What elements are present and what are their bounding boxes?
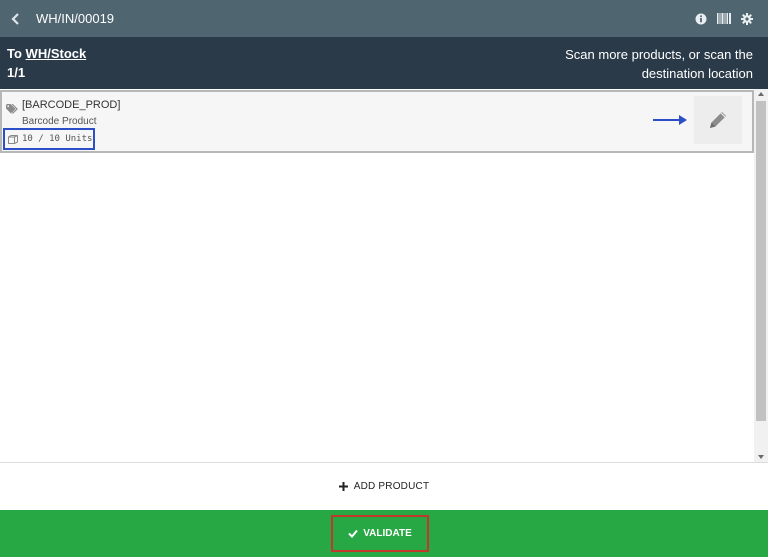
settings-button[interactable]: [740, 12, 754, 26]
scroll-down-icon[interactable]: [757, 454, 765, 460]
validate-button[interactable]: VALIDATE: [331, 515, 429, 552]
info-icon: [695, 13, 707, 24]
validate-label: VALIDATE: [363, 528, 412, 539]
page-counter: 1/1: [7, 65, 26, 80]
scrollbar[interactable]: [754, 89, 768, 462]
info-button[interactable]: [694, 12, 708, 26]
edit-line-button[interactable]: [694, 96, 742, 144]
move-line-list: [BARCODE_PROD] Barcode Product 10 / 10 U…: [0, 89, 754, 462]
add-product-button[interactable]: ADD PRODUCT: [0, 462, 768, 510]
product-code: [BARCODE_PROD]: [22, 99, 121, 111]
destination-line: To WH/Stock: [7, 46, 86, 61]
validate-bar: VALIDATE: [0, 510, 768, 557]
scrollbar-thumb[interactable]: [756, 101, 766, 421]
arrow-right-icon: [653, 115, 687, 125]
add-product-label: ADD PRODUCT: [353, 481, 430, 492]
tags-icon: [6, 101, 18, 119]
plus-icon: [338, 482, 348, 491]
top-bar: WH/IN/00019: [0, 0, 768, 37]
move-line-row[interactable]: [BARCODE_PROD] Barcode Product 10 / 10 U…: [0, 90, 754, 153]
scroll-up-icon[interactable]: [757, 91, 765, 97]
top-actions: [694, 0, 754, 37]
pencil-icon: [710, 112, 726, 128]
quantity-box: 10 / 10 Units: [3, 128, 95, 150]
product-name: Barcode Product: [22, 116, 97, 127]
back-icon: [11, 12, 19, 25]
to-prefix: To: [7, 46, 22, 61]
quantity-text: 10 / 10 Units: [22, 134, 93, 144]
barcode-button[interactable]: [717, 12, 731, 26]
page-title: WH/IN/00019: [36, 11, 115, 26]
scan-hint: Scan more products, or scan the destinat…: [565, 47, 753, 81]
back-button[interactable]: [2, 0, 30, 37]
gear-icon: [741, 12, 753, 25]
info-bar: To WH/Stock 1/1 Scan more products, or s…: [0, 37, 768, 89]
barcode-icon: [717, 13, 731, 24]
destination-location-link[interactable]: WH/Stock: [26, 46, 87, 61]
package-icon: [8, 134, 18, 144]
check-icon: [348, 529, 359, 538]
